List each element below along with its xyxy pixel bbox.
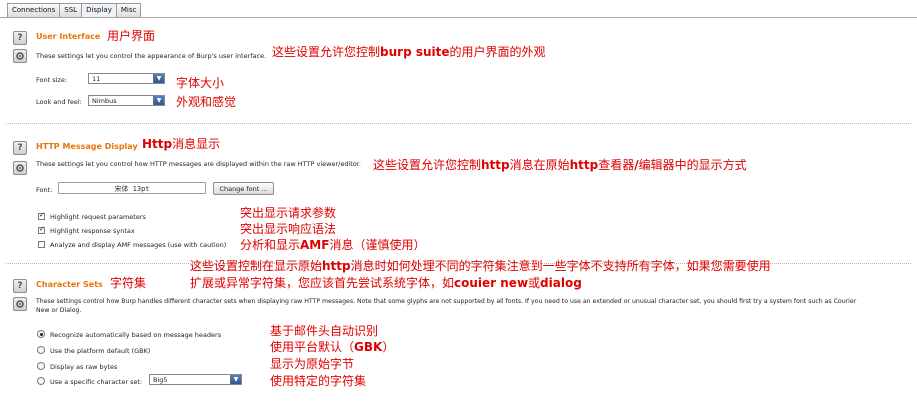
highlight-response-annotation: 突出显示响应语法 bbox=[240, 222, 337, 236]
font-size-select[interactable]: 11 ▼ bbox=[88, 73, 165, 84]
recognize-auto-annotation: 基于邮件头自动识别 bbox=[270, 324, 379, 338]
user-interface-description: These settings let you control the appea… bbox=[36, 52, 267, 60]
character-sets-desc-annotation-1: 这些设置控制在显示原始http消息时如何处理不同的字符集注意到一些字体不支持所有… bbox=[190, 259, 771, 273]
look-feel-label: Look and feel: bbox=[36, 98, 82, 106]
http-display-description: These settings let you control how HTTP … bbox=[36, 160, 361, 168]
platform-default-radio[interactable] bbox=[37, 346, 45, 354]
character-sets-title: Character Sets bbox=[36, 280, 103, 289]
help-icon[interactable]: ? bbox=[13, 279, 27, 293]
http-display-desc-annotation: 这些设置允许您控制http消息在原始http查看器/编辑器中的显示方式 bbox=[373, 158, 747, 172]
raw-bytes-annotation: 显示为原始字节 bbox=[270, 357, 355, 371]
tab-display[interactable]: Display bbox=[81, 3, 117, 17]
specific-charset-value: Big5 bbox=[153, 376, 168, 384]
highlight-request-annotation: 突出显示请求参数 bbox=[240, 206, 337, 220]
character-sets-description-2: New or Dialog. bbox=[36, 307, 82, 314]
chevron-down-icon: ▼ bbox=[153, 74, 164, 83]
character-sets-annotation: 字符集 bbox=[110, 276, 147, 290]
tab-misc[interactable]: Misc bbox=[115, 3, 142, 17]
font-size-label: Font size: bbox=[36, 76, 68, 84]
font-field[interactable]: 宋体 13pt bbox=[58, 182, 206, 194]
raw-bytes-radio[interactable] bbox=[37, 362, 45, 370]
platform-default-annotation: 使用平台默认（GBK） bbox=[270, 340, 395, 354]
gear-icon[interactable] bbox=[13, 297, 27, 311]
analyze-amf-checkbox[interactable] bbox=[38, 241, 45, 248]
font-label: Font: bbox=[36, 186, 53, 194]
help-icon[interactable]: ? bbox=[13, 31, 27, 45]
analyze-amf-label: Analyze and display AMF messages (use wi… bbox=[50, 241, 227, 249]
specific-charset-radio[interactable] bbox=[37, 377, 45, 385]
http-display-title: HTTP Message Display bbox=[36, 142, 138, 151]
font-size-annotation: 字体大小 bbox=[176, 76, 225, 90]
highlight-response-syntax-label: Highlight response syntax bbox=[50, 227, 135, 235]
recognize-auto-label: Recognize automatically based on message… bbox=[50, 331, 222, 339]
user-interface-title: User Interface bbox=[36, 32, 101, 41]
look-feel-annotation: 外观和感觉 bbox=[176, 95, 237, 109]
section-divider bbox=[6, 123, 911, 124]
user-interface-desc-annotation: 这些设置允许您控制burp suite的用户界面的外观 bbox=[272, 45, 546, 59]
look-feel-select[interactable]: Nimbus ▼ bbox=[88, 95, 165, 106]
character-sets-desc-annotation-2: 扩展或异常字符集，您应该首先尝试系统字体，如couier new或dialog bbox=[190, 276, 582, 290]
character-sets-description-1: These settings control how Burp handles … bbox=[36, 298, 857, 305]
tab-ssl[interactable]: SSL bbox=[59, 3, 83, 17]
help-icon[interactable]: ? bbox=[13, 141, 27, 155]
chevron-down-icon: ▼ bbox=[153, 96, 164, 105]
user-interface-annotation: 用户界面 bbox=[107, 29, 156, 43]
highlight-request-parameters-label: Highlight request parameters bbox=[50, 213, 146, 221]
platform-default-label: Use the platform default (GBK) bbox=[50, 347, 151, 355]
highlight-response-syntax-checkbox[interactable] bbox=[38, 225, 45, 234]
analyze-amf-annotation: 分析和显示AMF消息（谨慎使用） bbox=[240, 238, 426, 252]
gear-icon[interactable] bbox=[13, 161, 27, 175]
tab-connections[interactable]: Connections bbox=[7, 3, 61, 17]
font-size-value: 11 bbox=[92, 75, 101, 83]
change-font-button[interactable]: Change font ... bbox=[213, 182, 274, 195]
tab-divider bbox=[0, 17, 917, 18]
http-display-annotation: Http消息显示 bbox=[142, 137, 221, 151]
highlight-request-parameters-checkbox[interactable] bbox=[38, 211, 45, 220]
look-feel-value: Nimbus bbox=[92, 97, 117, 105]
specific-charset-annotation: 使用特定的字符集 bbox=[270, 374, 367, 388]
gear-icon[interactable] bbox=[13, 49, 27, 63]
specific-charset-select[interactable]: Big5 ▼ bbox=[149, 374, 242, 385]
specific-charset-label: Use a specific character set: bbox=[50, 378, 143, 386]
recognize-auto-radio[interactable] bbox=[37, 330, 45, 338]
raw-bytes-label: Display as raw bytes bbox=[50, 363, 118, 371]
chevron-down-icon: ▼ bbox=[230, 375, 241, 384]
tab-bar: Connections SSL Display Misc bbox=[7, 3, 142, 17]
